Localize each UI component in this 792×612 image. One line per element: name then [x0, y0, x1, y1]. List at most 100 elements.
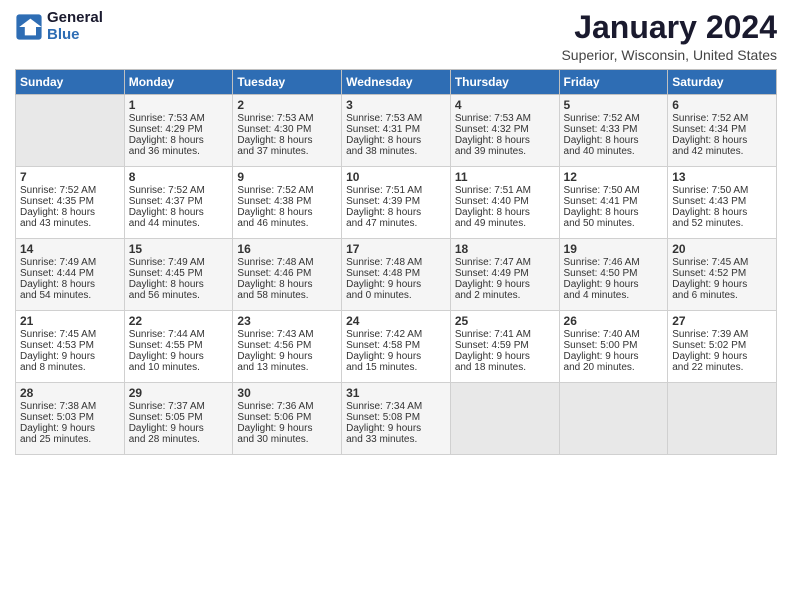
sunset-text: Sunset: 4:38 PM — [237, 196, 337, 207]
daylight-text: Daylight: 9 hours — [455, 351, 555, 362]
daylight-text-continued: and 20 minutes. — [564, 362, 664, 373]
day-number: 21 — [20, 314, 120, 328]
sunrise-text: Sunrise: 7:53 AM — [237, 113, 337, 124]
sunrise-text: Sunrise: 7:53 AM — [455, 113, 555, 124]
sunrise-text: Sunrise: 7:34 AM — [346, 401, 446, 412]
sunset-text: Sunset: 4:45 PM — [129, 268, 229, 279]
daylight-text-continued: and 46 minutes. — [237, 218, 337, 229]
title-block: January 2024 Superior, Wisconsin, United… — [561, 10, 777, 63]
daylight-text: Daylight: 8 hours — [20, 279, 120, 290]
daylight-text: Daylight: 9 hours — [672, 351, 772, 362]
day-number: 14 — [20, 242, 120, 256]
calendar-cell: 4Sunrise: 7:53 AMSunset: 4:32 PMDaylight… — [450, 95, 559, 167]
daylight-text-continued: and 18 minutes. — [455, 362, 555, 373]
calendar-cell — [559, 383, 668, 455]
sunset-text: Sunset: 4:49 PM — [455, 268, 555, 279]
daylight-text: Daylight: 9 hours — [455, 279, 555, 290]
calendar-cell: 14Sunrise: 7:49 AMSunset: 4:44 PMDayligh… — [16, 239, 125, 311]
logo-text-line1: General — [47, 10, 103, 27]
calendar-cell — [450, 383, 559, 455]
daylight-text-continued: and 43 minutes. — [20, 218, 120, 229]
calendar-cell: 11Sunrise: 7:51 AMSunset: 4:40 PMDayligh… — [450, 167, 559, 239]
sunrise-text: Sunrise: 7:52 AM — [564, 113, 664, 124]
sunrise-text: Sunrise: 7:50 AM — [672, 185, 772, 196]
daylight-text-continued: and 52 minutes. — [672, 218, 772, 229]
daylight-text-continued: and 33 minutes. — [346, 434, 446, 445]
sunrise-text: Sunrise: 7:45 AM — [672, 257, 772, 268]
daylight-text-continued: and 13 minutes. — [237, 362, 337, 373]
daylight-text-continued: and 39 minutes. — [455, 146, 555, 157]
daylight-text-continued: and 47 minutes. — [346, 218, 446, 229]
calendar-cell — [668, 383, 777, 455]
daylight-text: Daylight: 8 hours — [20, 207, 120, 218]
daylight-text-continued: and 10 minutes. — [129, 362, 229, 373]
daylight-text-continued: and 58 minutes. — [237, 290, 337, 301]
sunset-text: Sunset: 5:08 PM — [346, 412, 446, 423]
sunset-text: Sunset: 4:58 PM — [346, 340, 446, 351]
day-number: 1 — [129, 98, 229, 112]
calendar-cell: 5Sunrise: 7:52 AMSunset: 4:33 PMDaylight… — [559, 95, 668, 167]
calendar-cell: 6Sunrise: 7:52 AMSunset: 4:34 PMDaylight… — [668, 95, 777, 167]
calendar-cell: 16Sunrise: 7:48 AMSunset: 4:46 PMDayligh… — [233, 239, 342, 311]
daylight-text-continued: and 30 minutes. — [237, 434, 337, 445]
day-number: 25 — [455, 314, 555, 328]
daylight-text: Daylight: 8 hours — [564, 135, 664, 146]
sunrise-text: Sunrise: 7:52 AM — [20, 185, 120, 196]
logo: General Blue — [15, 10, 103, 43]
sunrise-text: Sunrise: 7:39 AM — [672, 329, 772, 340]
calendar-cell: 29Sunrise: 7:37 AMSunset: 5:05 PMDayligh… — [124, 383, 233, 455]
daylight-text-continued: and 4 minutes. — [564, 290, 664, 301]
daylight-text: Daylight: 8 hours — [455, 207, 555, 218]
day-number: 2 — [237, 98, 337, 112]
daylight-text: Daylight: 9 hours — [346, 279, 446, 290]
sunset-text: Sunset: 4:30 PM — [237, 124, 337, 135]
daylight-text: Daylight: 8 hours — [237, 207, 337, 218]
day-number: 10 — [346, 170, 446, 184]
sunrise-text: Sunrise: 7:49 AM — [129, 257, 229, 268]
sunset-text: Sunset: 5:02 PM — [672, 340, 772, 351]
calendar-cell: 12Sunrise: 7:50 AMSunset: 4:41 PMDayligh… — [559, 167, 668, 239]
calendar-cell: 7Sunrise: 7:52 AMSunset: 4:35 PMDaylight… — [16, 167, 125, 239]
day-number: 13 — [672, 170, 772, 184]
sunrise-text: Sunrise: 7:52 AM — [129, 185, 229, 196]
calendar-cell: 20Sunrise: 7:45 AMSunset: 4:52 PMDayligh… — [668, 239, 777, 311]
daylight-text: Daylight: 8 hours — [672, 207, 772, 218]
sunrise-text: Sunrise: 7:36 AM — [237, 401, 337, 412]
day-header-friday: Friday — [559, 70, 668, 95]
day-number: 11 — [455, 170, 555, 184]
sunrise-text: Sunrise: 7:41 AM — [455, 329, 555, 340]
sunset-text: Sunset: 4:52 PM — [672, 268, 772, 279]
sunrise-text: Sunrise: 7:52 AM — [672, 113, 772, 124]
week-row-4: 28Sunrise: 7:38 AMSunset: 5:03 PMDayligh… — [16, 383, 777, 455]
sunset-text: Sunset: 4:48 PM — [346, 268, 446, 279]
day-number: 20 — [672, 242, 772, 256]
calendar-cell: 9Sunrise: 7:52 AMSunset: 4:38 PMDaylight… — [233, 167, 342, 239]
day-number: 30 — [237, 386, 337, 400]
calendar-cell: 25Sunrise: 7:41 AMSunset: 4:59 PMDayligh… — [450, 311, 559, 383]
sunrise-text: Sunrise: 7:40 AM — [564, 329, 664, 340]
calendar-cell: 30Sunrise: 7:36 AMSunset: 5:06 PMDayligh… — [233, 383, 342, 455]
sunrise-text: Sunrise: 7:50 AM — [564, 185, 664, 196]
sunset-text: Sunset: 4:34 PM — [672, 124, 772, 135]
daylight-text: Daylight: 8 hours — [237, 279, 337, 290]
sunrise-text: Sunrise: 7:47 AM — [455, 257, 555, 268]
daylight-text-continued: and 38 minutes. — [346, 146, 446, 157]
month-title: January 2024 — [561, 10, 777, 45]
sunrise-text: Sunrise: 7:48 AM — [237, 257, 337, 268]
daylight-text-continued: and 8 minutes. — [20, 362, 120, 373]
sunrise-text: Sunrise: 7:44 AM — [129, 329, 229, 340]
sunset-text: Sunset: 4:31 PM — [346, 124, 446, 135]
day-number: 29 — [129, 386, 229, 400]
day-header-thursday: Thursday — [450, 70, 559, 95]
daylight-text: Daylight: 9 hours — [346, 351, 446, 362]
daylight-text: Daylight: 8 hours — [346, 207, 446, 218]
daylight-text-continued: and 22 minutes. — [672, 362, 772, 373]
location: Superior, Wisconsin, United States — [561, 47, 777, 63]
day-header-saturday: Saturday — [668, 70, 777, 95]
calendar-cell: 1Sunrise: 7:53 AMSunset: 4:29 PMDaylight… — [124, 95, 233, 167]
daylight-text: Daylight: 9 hours — [129, 423, 229, 434]
sunset-text: Sunset: 4:44 PM — [20, 268, 120, 279]
sunset-text: Sunset: 4:33 PM — [564, 124, 664, 135]
daylight-text: Daylight: 8 hours — [564, 207, 664, 218]
sunrise-text: Sunrise: 7:43 AM — [237, 329, 337, 340]
